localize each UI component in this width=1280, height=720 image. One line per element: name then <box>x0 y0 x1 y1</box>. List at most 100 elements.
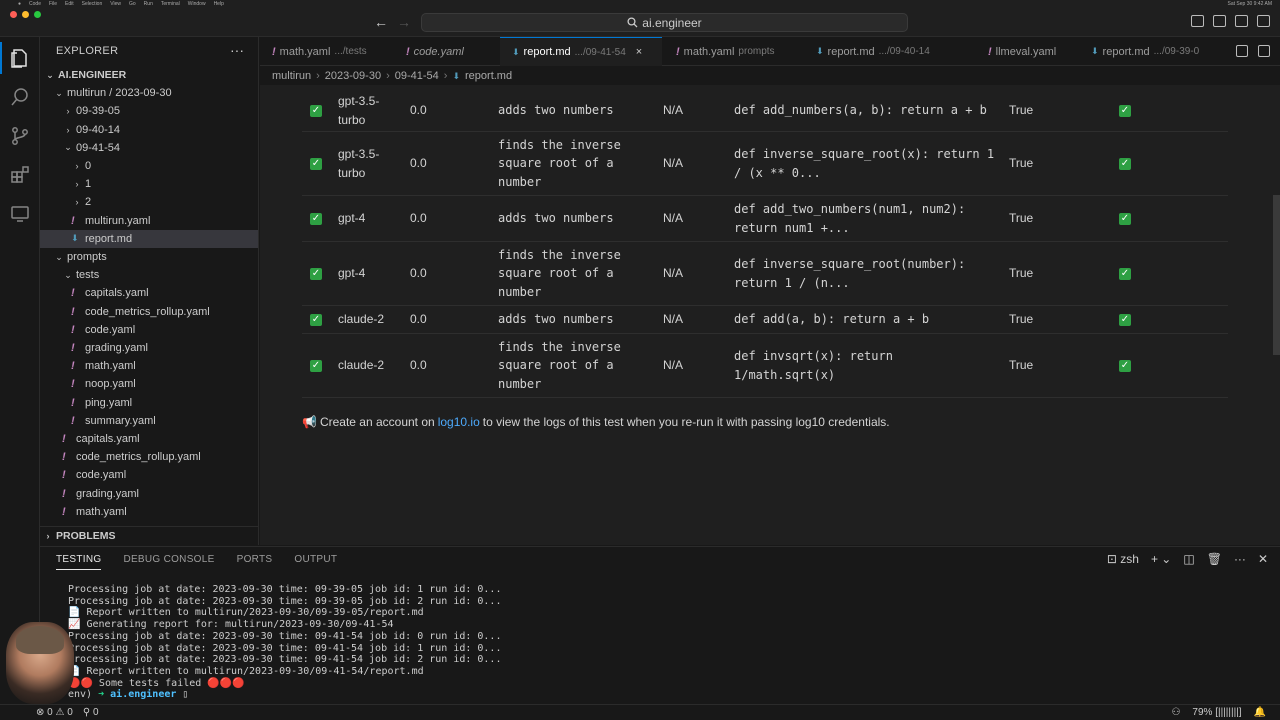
tree-item[interactable]: ⌄ tests <box>40 266 258 284</box>
pass-cell: ✓ <box>1119 132 1131 195</box>
apple-icon[interactable]: ● <box>18 1 21 7</box>
pass-cell: ✓ <box>1119 334 1131 397</box>
tree-item[interactable]: ! code_metrics_rollup.yaml <box>40 303 258 321</box>
menu-view[interactable]: View <box>110 1 121 7</box>
log10-link[interactable]: log10.io <box>438 415 480 429</box>
close-tab-icon[interactable]: × <box>636 46 642 58</box>
tree-item[interactable]: › 0 <box>40 157 258 175</box>
kill-terminal-icon[interactable]: 🗑 <box>1207 552 1222 566</box>
panel-tab-testing[interactable]: TESTING <box>56 554 102 570</box>
explorer-sidebar: EXPLORER ··· ⌄ AI.ENGINEER ⌄ multirun / 202… <box>40 37 259 545</box>
menu-selection[interactable]: Selection <box>82 1 103 7</box>
panel-tab-ports[interactable]: PORTS <box>237 554 273 570</box>
tab-report-md[interactable]: ⬇ report.md .../09-39-0 <box>1079 37 1199 66</box>
tree-item-label: prompts <box>67 251 107 263</box>
editor-scrollbar[interactable] <box>1273 195 1280 355</box>
tree-item[interactable]: ! math.yaml <box>40 357 258 375</box>
tree-item[interactable]: ⌄ multirun / 2023-09-30 <box>40 84 258 102</box>
menu-terminal[interactable]: Terminal <box>161 1 180 7</box>
split-terminal-icon[interactable]: ◫ <box>1183 552 1194 566</box>
search-icon[interactable] <box>9 86 31 108</box>
extensions-icon[interactable] <box>9 164 31 186</box>
tab-llmeval-yaml[interactable]: ! llmeval.yaml <box>976 37 1056 66</box>
breadcrumb-item[interactable]: multirun <box>272 70 311 82</box>
toggle-panel-icon[interactable] <box>1213 15 1226 27</box>
tree-item[interactable]: ⌄ 09-41-54 <box>40 139 258 157</box>
tab-report-md[interactable]: ⬇ report.md .../09-41-54 × <box>500 37 662 66</box>
tab-report-md[interactable]: ⬇ report.md .../09-40-14 <box>804 37 930 66</box>
menu-window[interactable]: Window <box>188 1 206 7</box>
tab-math-yaml[interactable]: ! math.yaml .../tests <box>260 37 367 66</box>
menu-edit[interactable]: Edit <box>65 1 74 7</box>
score-cell: 0.0 <box>410 211 427 226</box>
command-center-search[interactable]: ai.engineer <box>421 13 908 32</box>
forward-arrow-icon[interactable]: → <box>397 14 411 30</box>
tree-item[interactable]: › 09-40-14 <box>40 121 258 139</box>
tree-item[interactable]: ! code.yaml <box>40 466 258 484</box>
more-icon[interactable]: ··· <box>1234 552 1246 566</box>
tree-item[interactable]: › 1 <box>40 175 258 193</box>
check-icon: ✓ <box>1119 104 1131 117</box>
notifications-icon[interactable]: 🔔 <box>1254 707 1266 718</box>
app-menu[interactable]: Code <box>29 1 41 7</box>
markdown-file-icon: ⬇ <box>816 46 824 56</box>
terminal-line: Processing job at date: 2023-09-30 time:… <box>68 654 502 666</box>
tree-item[interactable]: ! capitals.yaml <box>40 284 258 302</box>
check-icon: ✓ <box>310 359 322 372</box>
terminal-shell[interactable]: ⊡ zsh <box>1107 552 1139 566</box>
toggle-secondary-sidebar-icon[interactable] <box>1235 15 1248 27</box>
breadcrumb-item[interactable]: 2023-09-30 <box>325 70 381 82</box>
chevron-down-icon: ⌄ <box>46 69 54 80</box>
status-cell: ✓ <box>310 334 322 397</box>
copilot-icon[interactable]: ⚇ <box>1171 707 1180 718</box>
menu-help[interactable]: Help <box>214 1 224 7</box>
remote-explorer-icon[interactable] <box>9 203 31 225</box>
split-editor-icon[interactable] <box>1258 45 1270 57</box>
menu-file[interactable]: File <box>49 1 57 7</box>
ports-status[interactable]: ⚲ 0 <box>83 707 99 718</box>
breadcrumb-item[interactable]: report.md <box>465 70 512 82</box>
minimize-window-button[interactable] <box>22 11 29 18</box>
open-preview-icon[interactable] <box>1236 45 1248 57</box>
window-controls <box>10 11 41 18</box>
tree-item[interactable]: ⬇ report.md <box>40 229 258 248</box>
tree-item[interactable]: ! summary.yaml <box>40 412 258 430</box>
score-cell: 0.0 <box>410 266 427 281</box>
explorer-icon[interactable] <box>0 42 31 74</box>
panel-tab-debug-console[interactable]: DEBUG CONSOLE <box>123 554 214 570</box>
tree-item[interactable]: ! math.yaml <box>40 503 258 521</box>
tree-item[interactable]: ! ping.yaml <box>40 394 258 412</box>
menu-run[interactable]: Run <box>144 1 153 7</box>
tree-item[interactable]: ⌄ AI.ENGINEER <box>40 66 258 84</box>
panel-tab-output[interactable]: OUTPUT <box>294 554 337 570</box>
problems-status[interactable]: ⊗ 0 ⚠ 0 <box>36 707 73 718</box>
more-actions-icon[interactable]: ··· <box>230 42 244 58</box>
tree-item[interactable]: ! noop.yaml <box>40 375 258 393</box>
tab-math-yaml[interactable]: ! math.yaml prompts <box>664 37 775 66</box>
customize-layout-icon[interactable] <box>1257 15 1270 27</box>
tree-item[interactable]: ! multirun.yaml <box>40 212 258 230</box>
zoom-window-button[interactable] <box>34 11 41 18</box>
tree-item[interactable]: ! capitals.yaml <box>40 430 258 448</box>
tree-item[interactable]: ! code_metrics_rollup.yaml <box>40 448 258 466</box>
close-window-button[interactable] <box>10 11 17 18</box>
menu-go[interactable]: Go <box>129 1 136 7</box>
source-control-icon[interactable] <box>9 125 31 147</box>
tree-item[interactable]: ⌄ prompts <box>40 248 258 266</box>
back-arrow-icon[interactable]: ← <box>374 14 388 30</box>
tree-item[interactable]: › 2 <box>40 193 258 211</box>
problems-section[interactable]: › PROBLEMS <box>40 526 258 544</box>
new-terminal-icon[interactable]: + ⌄ <box>1151 552 1171 566</box>
bottom-panel: TESTING DEBUG CONSOLE PORTS OUTPUT ⊡ zsh + … <box>40 546 1280 704</box>
toggle-sidebar-icon[interactable] <box>1191 15 1204 27</box>
tree-item[interactable]: ! grading.yaml <box>40 485 258 503</box>
tab-code-yaml[interactable]: ! code.yaml <box>394 37 464 66</box>
status-right: ⚇ 79% [||||||||] 🔔 <box>1171 707 1266 718</box>
description-line: finds the inverse <box>498 339 621 354</box>
terminal-output[interactable]: Processing job at date: 2023-09-30 time:… <box>68 584 501 701</box>
tree-item[interactable]: ! code.yaml <box>40 321 258 339</box>
close-panel-icon[interactable]: ✕ <box>1258 552 1268 566</box>
tree-item[interactable]: ! grading.yaml <box>40 339 258 357</box>
tree-item[interactable]: › 09-39-05 <box>40 102 258 120</box>
breadcrumb-item[interactable]: 09-41-54 <box>395 70 439 82</box>
